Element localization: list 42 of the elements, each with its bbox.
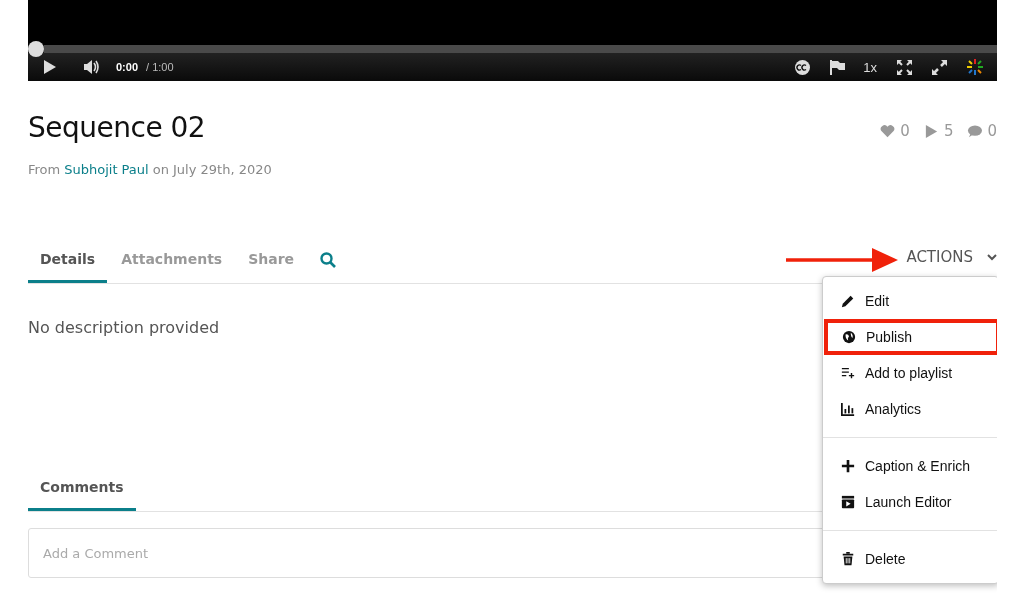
progress-track[interactable]	[44, 45, 997, 53]
like-icon	[880, 123, 896, 139]
captions-icon[interactable]	[795, 59, 811, 75]
caret-icon	[987, 253, 997, 261]
stat-count: 0	[900, 122, 910, 140]
menu-item[interactable]: Analytics	[823, 391, 997, 427]
description-text: No description provided	[28, 318, 220, 337]
speed-button[interactable]: 1x	[863, 59, 877, 75]
tab[interactable]: Comments	[28, 465, 136, 511]
media-title: Sequence 02	[28, 111, 207, 144]
author-link[interactable]: Subhojit Paul	[64, 162, 149, 177]
plus-icon	[841, 459, 855, 473]
menu-item[interactable]: Edit	[823, 283, 997, 319]
bar-chart-icon	[841, 402, 855, 416]
flag-icon[interactable]	[830, 59, 846, 75]
actions-button[interactable]: ACTIONS	[906, 248, 997, 272]
volume-icon[interactable]	[84, 60, 100, 74]
comment-icon	[967, 123, 983, 139]
current-time: 0:00	[116, 61, 139, 73]
logo-icon[interactable]	[967, 59, 983, 75]
menu-item[interactable]: Publish	[824, 319, 997, 355]
search-icon[interactable]	[320, 252, 337, 268]
tab[interactable]: Details	[28, 237, 108, 283]
pencil-icon	[841, 294, 855, 308]
menu-item[interactable]: Caption & Enrich	[823, 448, 997, 484]
menu-item[interactable]: Launch Editor	[823, 484, 997, 520]
byline-text: on July 29th, 2020	[152, 162, 272, 177]
clapperboard-icon	[841, 495, 855, 509]
play-icon[interactable]	[44, 60, 56, 74]
duration-text: / 1:00	[146, 61, 174, 73]
trash-icon	[841, 552, 855, 566]
menu-item[interactable]: Add to playlist	[823, 355, 997, 391]
byline-text: From	[28, 162, 61, 177]
fullscreen-icon[interactable]	[897, 59, 912, 75]
stat-count: 5	[943, 122, 954, 140]
menu-item[interactable]: Delete	[823, 541, 997, 577]
stat-count: 0	[987, 122, 997, 140]
progress-thumb[interactable]	[28, 41, 44, 57]
globe-icon	[842, 330, 856, 344]
playlist-add-icon	[841, 366, 855, 380]
play-icon	[923, 123, 939, 139]
expand-icon[interactable]	[932, 59, 947, 75]
